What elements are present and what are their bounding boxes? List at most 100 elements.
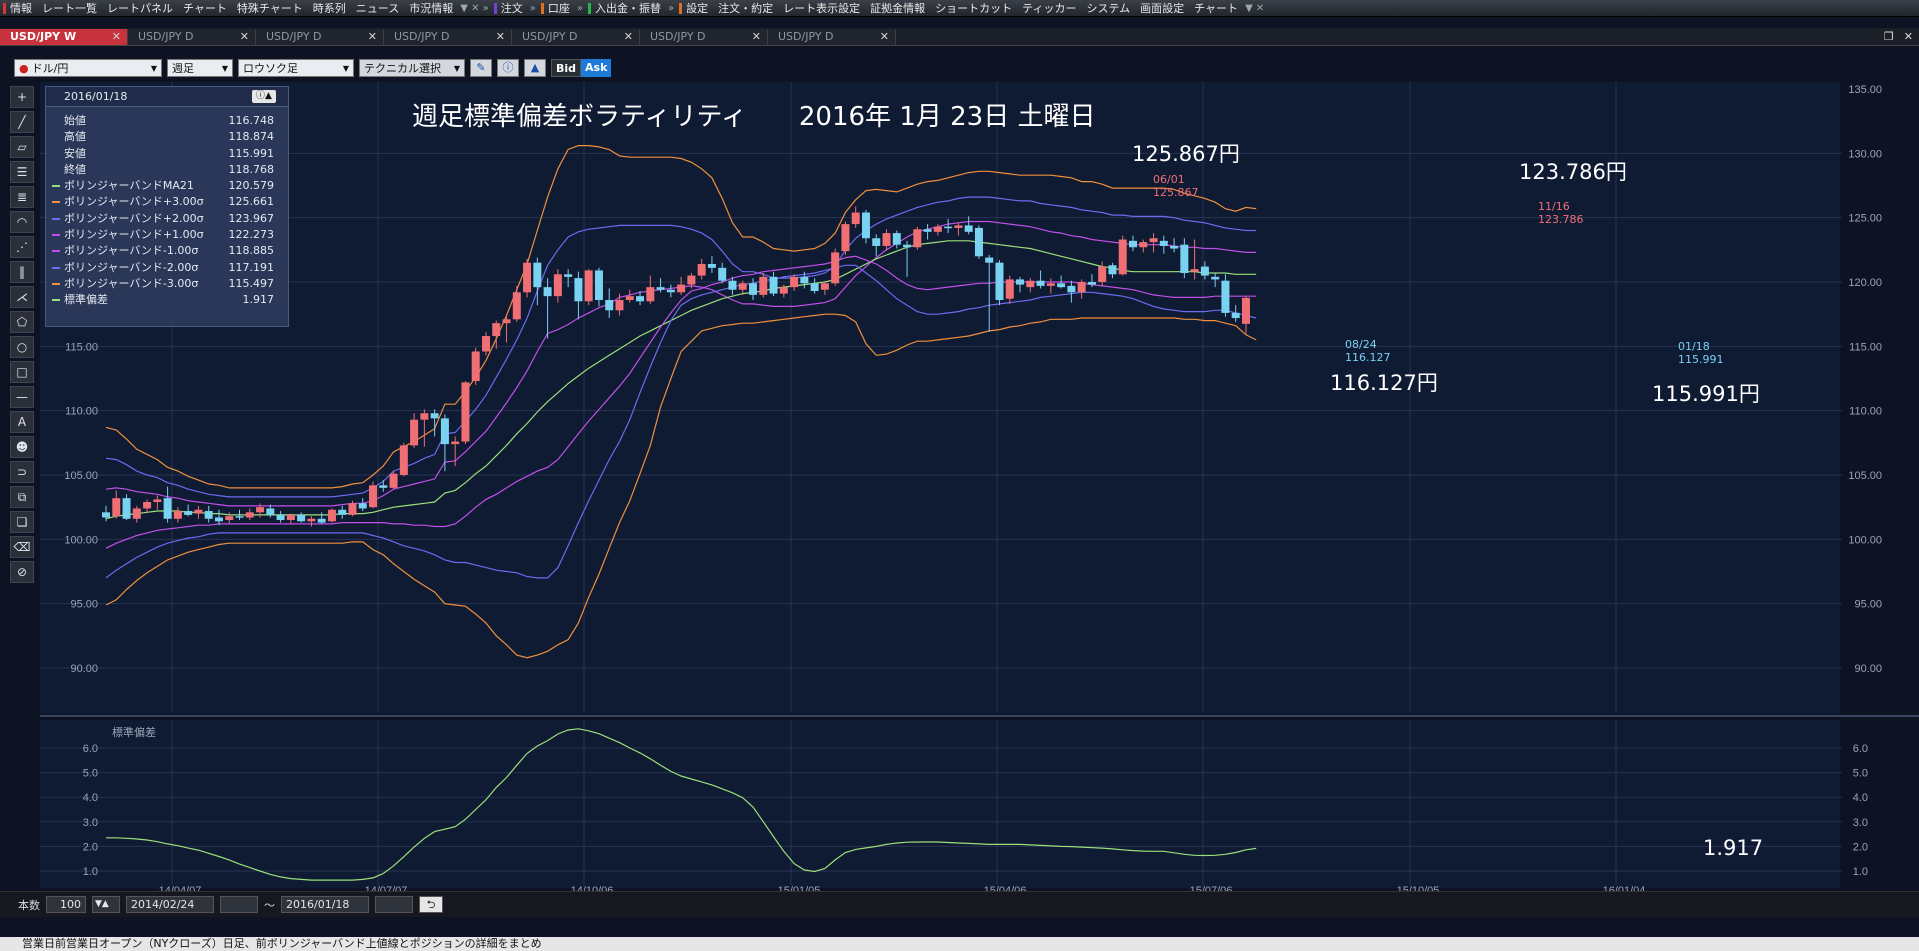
legend-key: 始値 bbox=[64, 114, 86, 127]
high2-date-label: 11/16 bbox=[1538, 200, 1570, 213]
price-tick-label: 125.00 bbox=[1848, 213, 1882, 225]
candle-body bbox=[1200, 266, 1209, 276]
candle-body bbox=[872, 238, 881, 246]
candle-body bbox=[307, 518, 316, 522]
candle-body bbox=[1046, 283, 1055, 286]
high2-value-label: 123.786 bbox=[1538, 213, 1584, 226]
candle-body bbox=[903, 244, 912, 248]
candle-body bbox=[112, 498, 121, 517]
candle-body bbox=[584, 270, 593, 302]
sd-tick-label-left: 4.0 bbox=[83, 792, 98, 804]
candle-body bbox=[1077, 282, 1086, 293]
candle-body bbox=[327, 509, 336, 522]
price-tick-label: 95.00 bbox=[1854, 599, 1882, 611]
status-bar: 営業日前営業日オープン（NYクローズ）日足、前ボリンジャーバンド上値線とポジショ… bbox=[0, 937, 1919, 951]
candle-body bbox=[615, 300, 624, 311]
candle-body bbox=[687, 275, 696, 285]
candle-body bbox=[800, 276, 809, 284]
price-tick-label-left: 100.00 bbox=[64, 534, 98, 546]
candle-body bbox=[564, 274, 573, 277]
price-tick-label-left: 110.00 bbox=[65, 406, 98, 418]
sd-tick-label-left: 2.0 bbox=[83, 841, 98, 853]
sd-tick-label: 6.0 bbox=[1853, 743, 1868, 755]
candle-body bbox=[1211, 276, 1220, 280]
low1-value-label: 116.127 bbox=[1345, 351, 1391, 364]
candle-body bbox=[297, 514, 306, 522]
candle-body bbox=[420, 413, 429, 420]
candle-body bbox=[245, 512, 254, 518]
legend-value: 117.191 bbox=[228, 260, 275, 274]
candle-body bbox=[1190, 269, 1199, 272]
legend-value: 123.967 bbox=[228, 211, 275, 225]
candle-body bbox=[1149, 238, 1158, 243]
candle-body bbox=[1026, 280, 1035, 288]
legend-key: ボリンジャーバンド-3.00σ bbox=[64, 276, 199, 290]
sd-tick-label-left: 3.0 bbox=[83, 817, 98, 829]
end-time-input[interactable] bbox=[375, 896, 413, 913]
candle-body bbox=[656, 287, 665, 290]
candle-body bbox=[1231, 312, 1240, 319]
price-tick-label-left: 115.00 bbox=[65, 341, 98, 353]
sub-chart-label: 標準偏差 bbox=[112, 726, 156, 739]
count-stepper[interactable]: ▼▲ bbox=[92, 896, 120, 913]
reset-icon[interactable]: ⮌ bbox=[419, 896, 443, 913]
end-date-input[interactable]: 2016/01/18 bbox=[281, 896, 369, 913]
legend-key: ボリンジャーバンド-2.00σ bbox=[64, 260, 199, 274]
chart-grid bbox=[40, 82, 1919, 885]
candle-body bbox=[728, 280, 737, 290]
candle-body bbox=[440, 418, 449, 445]
candle-body bbox=[553, 274, 562, 297]
candle-body bbox=[225, 516, 234, 521]
sd-tick-label-left: 6.0 bbox=[83, 743, 98, 755]
candle-body bbox=[533, 262, 542, 288]
data-legend-panel: 2016/01/18 ⓘ▲ 始値 116.748 高値 118.874 安値 115.99… bbox=[45, 86, 289, 327]
high2-big-label: 123.786円 bbox=[1519, 160, 1627, 184]
info-collapse-icon[interactable]: ⓘ▲ bbox=[252, 90, 276, 103]
legend-swatch bbox=[50, 243, 62, 259]
candle-body bbox=[697, 263, 706, 276]
legend-key: 安値 bbox=[64, 146, 86, 160]
legend-key: ボリンジャーバンド+1.00σ bbox=[64, 228, 204, 242]
candle-body bbox=[369, 485, 378, 508]
legend-key: ボリンジャーバンド+3.00σ bbox=[64, 195, 204, 209]
candle-body bbox=[605, 300, 614, 311]
candle-body bbox=[143, 502, 152, 509]
candle-body bbox=[286, 514, 295, 521]
sd-tick-label: 1.0 bbox=[1853, 866, 1868, 878]
sd-tick-label: 2.0 bbox=[1853, 841, 1868, 853]
start-time-input[interactable] bbox=[220, 896, 258, 913]
candle-body bbox=[594, 270, 603, 301]
count-label: 本数 bbox=[18, 898, 40, 912]
candle-body bbox=[338, 509, 347, 515]
count-input[interactable]: 100 bbox=[46, 896, 86, 913]
price-tick-label: 90.00 bbox=[1854, 663, 1882, 675]
sd-tick-label-left: 5.0 bbox=[83, 768, 98, 780]
low1-big-label: 116.127円 bbox=[1330, 371, 1438, 395]
legend-value: 118.768 bbox=[228, 162, 275, 176]
candle-body bbox=[1098, 266, 1107, 282]
legend-swatch bbox=[50, 162, 62, 178]
candle-body bbox=[666, 289, 675, 293]
chart-title: 週足標準偏差ボラティリティ 2016年 1月 23日 土曜日 bbox=[412, 102, 1096, 132]
legend-swatch bbox=[50, 260, 62, 276]
candle-body bbox=[153, 499, 162, 503]
candle-body bbox=[933, 226, 942, 232]
start-date-input[interactable]: 2014/02/24 bbox=[126, 896, 214, 913]
candle-body bbox=[625, 296, 634, 301]
high1-date-label: 06/01 bbox=[1153, 173, 1185, 186]
candle-body bbox=[574, 278, 583, 302]
candle-body bbox=[636, 296, 645, 302]
candle-body bbox=[132, 508, 141, 519]
candle-body bbox=[861, 212, 870, 239]
price-tick-label: 135.00 bbox=[1848, 84, 1882, 96]
low1-date-label: 08/24 bbox=[1345, 338, 1377, 351]
candle-body bbox=[749, 283, 758, 295]
legend-row: ボリンジャーバンド-2.00σ 117.191 bbox=[46, 260, 288, 276]
candle-body bbox=[1241, 297, 1250, 324]
range-separator: 〜 bbox=[264, 898, 275, 912]
candle-body bbox=[1221, 280, 1230, 313]
legend-key: 終値 bbox=[64, 162, 86, 176]
candle-body bbox=[1087, 282, 1096, 285]
candle-body bbox=[451, 441, 460, 445]
candle-body bbox=[430, 413, 439, 419]
